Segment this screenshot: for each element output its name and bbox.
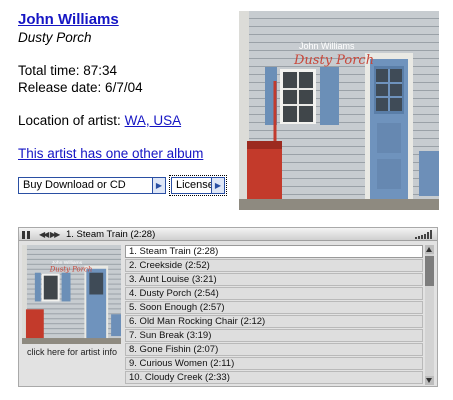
scroll-up-icon[interactable] xyxy=(425,245,434,254)
arrow-right-icon: ▶ xyxy=(211,178,224,193)
track-item[interactable]: 6. Old Man Rocking Chair (2:12) xyxy=(125,315,423,328)
album-title: Dusty Porch xyxy=(18,30,92,45)
tracklist-scrollbar[interactable] xyxy=(425,245,434,385)
location-link[interactable]: WA, USA xyxy=(125,113,182,128)
scroll-thumb[interactable] xyxy=(425,256,434,286)
track-item[interactable]: 7. Sun Break (3:19) xyxy=(125,329,423,342)
album-cover-large: John Williams Dusty Porch xyxy=(239,11,439,210)
scroll-down-icon[interactable] xyxy=(425,376,434,385)
track-item[interactable]: 2. Creekside (2:52) xyxy=(125,259,423,272)
buy-download-button[interactable]: Buy Download or CD ▶ xyxy=(18,177,166,194)
total-time: Total time: 87:34 xyxy=(18,63,118,78)
cover-album-text: Dusty Porch xyxy=(293,53,374,68)
arrow-right-icon: ▶ xyxy=(152,178,165,193)
track-item[interactable]: 8. Gone Fishin (2:07) xyxy=(125,343,423,356)
music-player: ◀◀ ▶▶ 1. Steam Train (2:28) John William… xyxy=(18,227,438,387)
track-item[interactable]: 10. Cloudy Creek (2:33) xyxy=(125,371,423,384)
track-item[interactable]: 9. Curious Women (2:11) xyxy=(125,357,423,370)
release-date: Release date: 6/7/04 xyxy=(18,80,143,95)
thumb-album-text: Dusty Porch xyxy=(49,266,93,274)
cover-artist-text: John Williams xyxy=(299,41,355,51)
buy-download-label: Buy Download or CD xyxy=(23,179,126,191)
license-button[interactable]: License ▶ xyxy=(169,175,227,196)
other-album-link[interactable]: This artist has one other album xyxy=(18,146,203,161)
track-list: 1. Steam Train (2:28) 2. Creekside (2:52… xyxy=(125,245,423,385)
track-item[interactable]: 4. Dusty Porch (2:54) xyxy=(125,287,423,300)
previous-track-icon[interactable]: ◀◀ xyxy=(39,228,49,241)
location-label: Location of artist: xyxy=(18,113,121,128)
track-item[interactable]: 5. Soon Enough (2:57) xyxy=(125,301,423,314)
player-control-bar: ◀◀ ▶▶ 1. Steam Train (2:28) xyxy=(19,228,437,241)
license-label: License xyxy=(176,179,214,191)
volume-icon[interactable] xyxy=(415,230,433,239)
track-item[interactable]: 3. Aunt Louise (3:21) xyxy=(125,273,423,286)
next-track-icon[interactable]: ▶▶ xyxy=(50,228,60,241)
now-playing-text: 1. Steam Train (2:28) xyxy=(66,229,156,240)
track-item[interactable]: 1. Steam Train (2:28) xyxy=(125,245,423,258)
artist-info-caption[interactable]: click here for artist info xyxy=(19,347,125,357)
pause-icon[interactable] xyxy=(22,231,30,239)
player-album-art[interactable]: John Williams Dusty Porch xyxy=(22,245,121,344)
artist-location: Location of artist: WA, USA xyxy=(18,113,181,128)
artist-name-link[interactable]: John Williams xyxy=(18,11,119,28)
